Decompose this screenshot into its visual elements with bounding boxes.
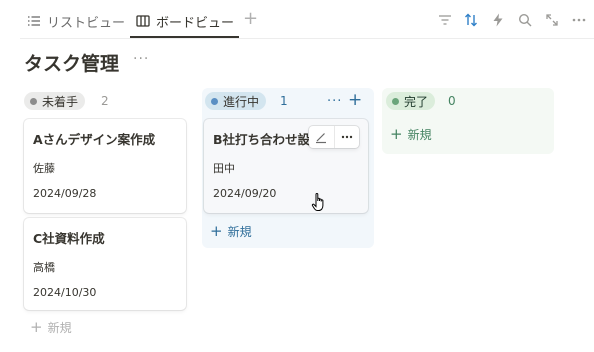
column-header-in-progress[interactable]: 進行中	[205, 92, 267, 110]
card-a-design[interactable]: Aさんデザイン案作成 佐藤 2024/09/28	[24, 119, 186, 213]
column-count: 1	[280, 94, 288, 108]
column-label: 未着手	[42, 94, 79, 109]
title-more-button[interactable]: ···	[133, 51, 149, 67]
card-title: C社資料作成	[33, 231, 105, 246]
add-view-button[interactable]: +	[243, 8, 258, 29]
card-date: 2024/10/30	[33, 286, 97, 299]
sort-icon[interactable]	[463, 12, 479, 28]
more-icon[interactable]	[571, 12, 587, 28]
column-header-done[interactable]: 完了	[386, 92, 436, 110]
card-more-button[interactable]	[333, 126, 360, 148]
add-label: 新規	[47, 320, 72, 335]
add-card-in-progress[interactable]: + 新規	[210, 222, 252, 240]
list-icon	[28, 16, 40, 26]
status-dot-icon	[392, 97, 399, 105]
expand-icon[interactable]	[544, 12, 560, 28]
card-title: Aさんデザイン案作成	[33, 132, 156, 147]
tab-list-label: リストビュー	[47, 15, 126, 31]
card-date: 2024/09/20	[213, 187, 277, 200]
add-card-done[interactable]: + 新規	[390, 125, 432, 143]
column-count: 2	[101, 94, 109, 108]
plus-icon: +	[30, 318, 43, 336]
plus-icon: +	[390, 125, 403, 143]
card-hover-actions	[309, 126, 359, 148]
add-card-not-started[interactable]: + 新規	[30, 318, 72, 336]
tab-board-label: ボードビュー	[156, 15, 235, 31]
column-add-button[interactable]: +	[348, 90, 362, 110]
edit-button[interactable]	[309, 126, 334, 148]
status-dot-icon	[30, 97, 37, 105]
tab-list-view[interactable]: リストビュー	[27, 10, 125, 32]
search-icon[interactable]	[517, 12, 533, 28]
card-person: 田中	[213, 162, 235, 175]
card-title: B社打ち合わせ設	[213, 132, 311, 147]
page-title: タスク管理	[24, 53, 120, 75]
status-dot-icon	[211, 97, 218, 105]
card-person: 佐藤	[33, 162, 55, 175]
add-label: 新規	[407, 127, 432, 142]
column-header-not-started[interactable]: 未着手	[24, 92, 86, 110]
column-count: 0	[448, 94, 456, 108]
column-label: 完了	[404, 94, 429, 109]
card-person: 高橋	[33, 261, 55, 274]
card-date: 2024/09/28	[33, 187, 97, 200]
bolt-icon[interactable]	[490, 12, 506, 28]
filter-icon[interactable]	[437, 12, 453, 28]
more-icon	[341, 135, 352, 139]
column-label: 進行中	[223, 94, 260, 109]
card-c-materials[interactable]: C社資料作成 高橋 2024/10/30	[24, 218, 186, 310]
add-label: 新規	[227, 224, 252, 239]
pencil-icon	[316, 133, 327, 144]
tabs-divider	[20, 38, 594, 39]
board-icon	[136, 15, 150, 27]
plus-icon: +	[210, 222, 223, 240]
tab-board-view[interactable]: ボードビュー	[136, 10, 234, 32]
column-more-button[interactable]: ···	[327, 94, 342, 109]
hand-cursor-icon	[311, 192, 324, 211]
